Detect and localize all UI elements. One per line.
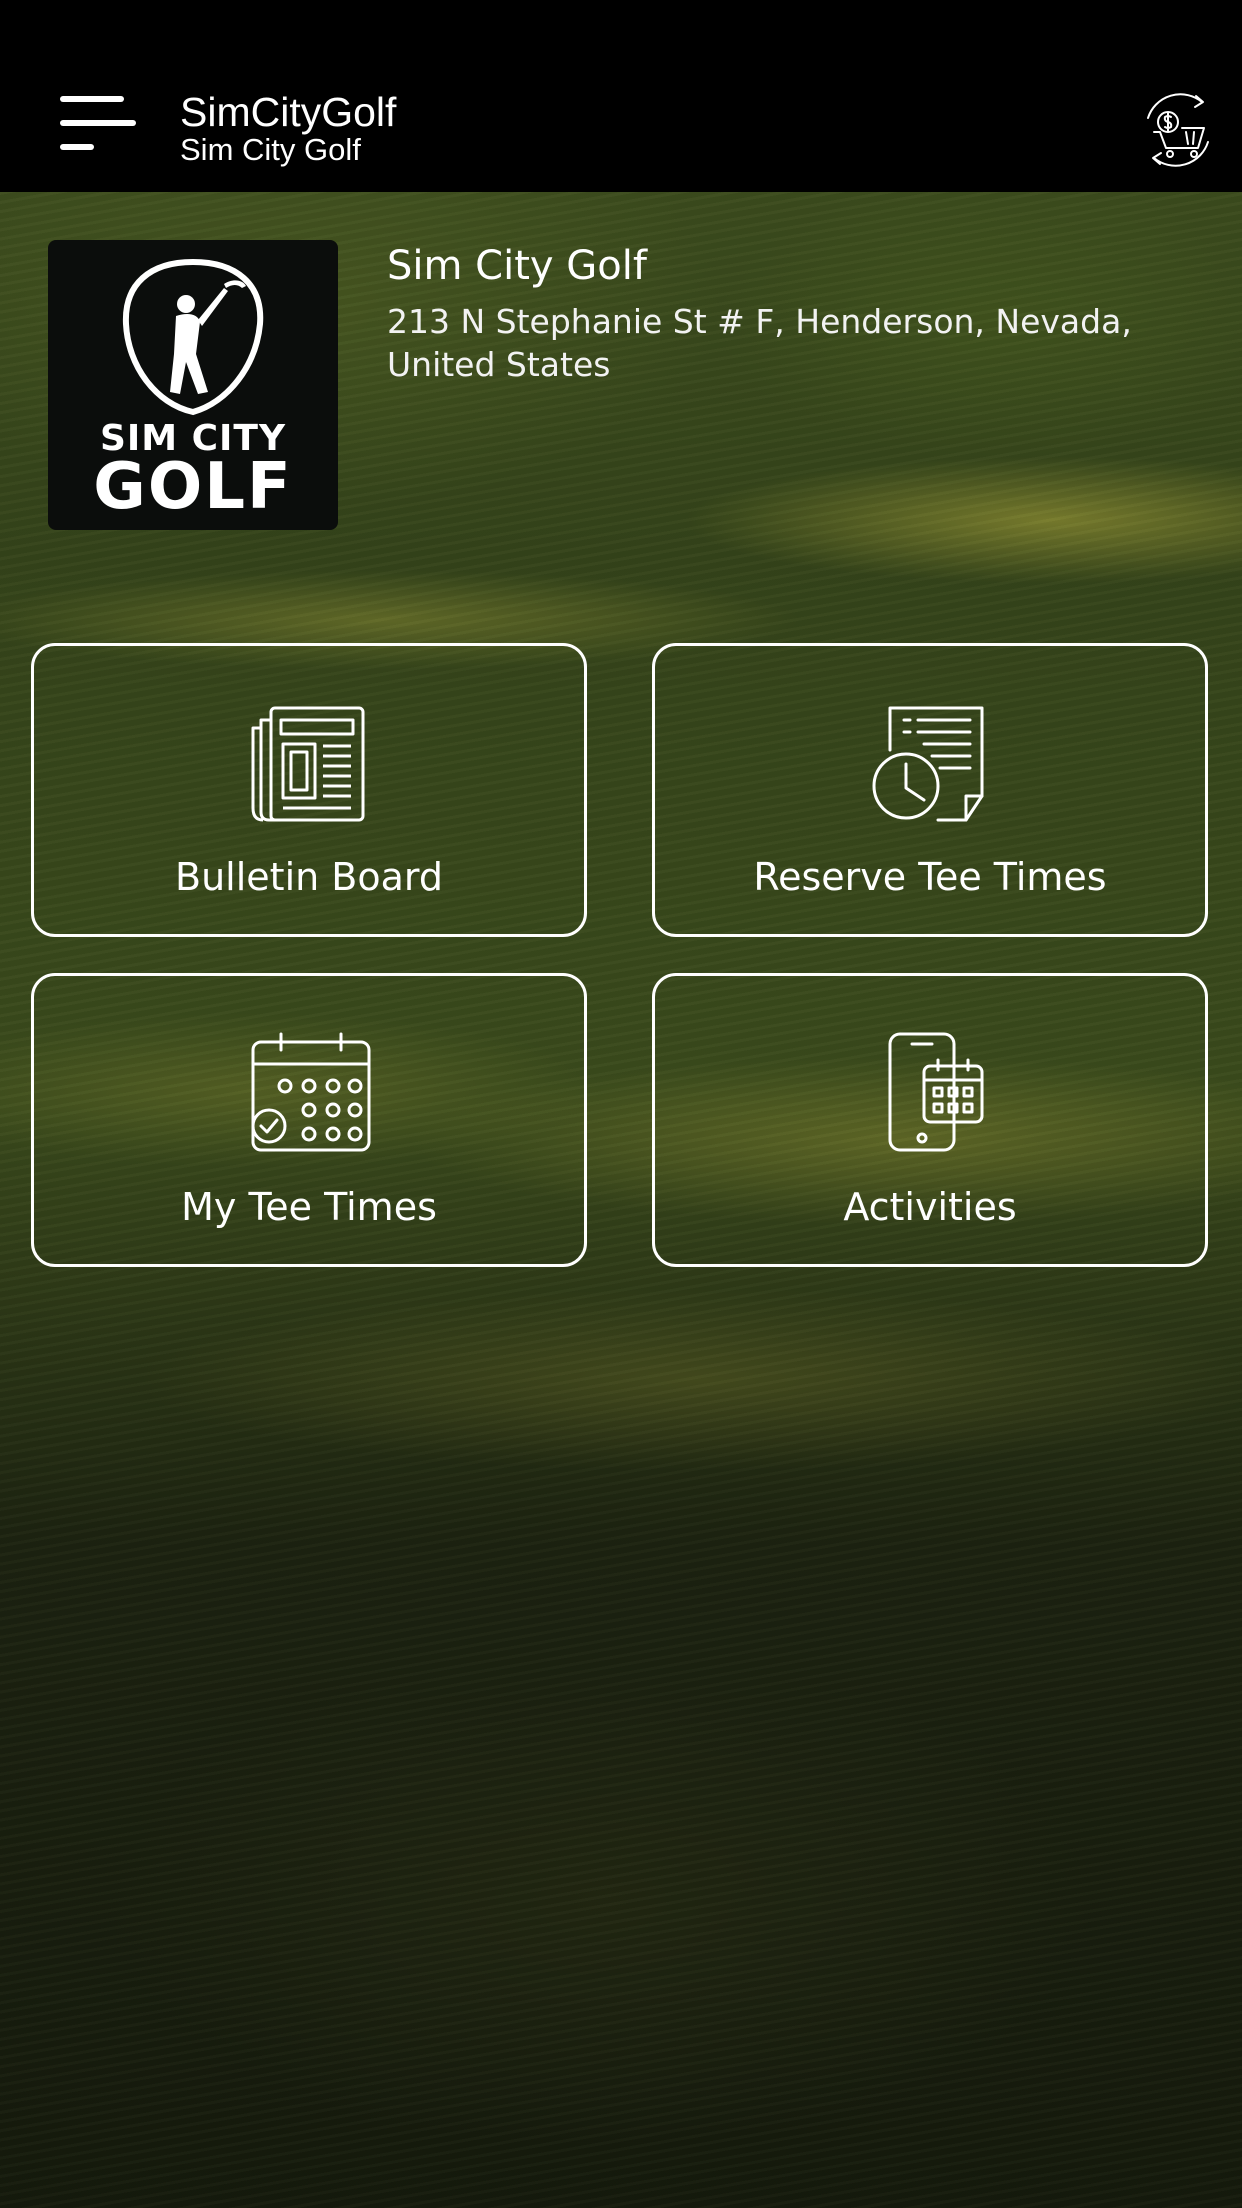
dollar-cart-refresh-icon xyxy=(1147,93,1209,167)
club-logo: SIM CITY GOLF xyxy=(48,240,338,530)
activities-label: Activities xyxy=(843,1185,1017,1229)
reserve-tee-times-tile[interactable]: Reserve Tee Times xyxy=(652,643,1208,937)
app-subtitle: Sim City Golf xyxy=(180,132,361,167)
menu-icon-line xyxy=(60,96,124,102)
menu-button[interactable] xyxy=(52,88,136,158)
calendar-check-icon xyxy=(251,1032,371,1152)
bulletin-board-label: Bulletin Board xyxy=(175,855,443,899)
my-tee-times-label: My Tee Times xyxy=(181,1185,437,1229)
golfer-shield-icon xyxy=(122,258,264,416)
logo-text-bottom: GOLF xyxy=(93,450,293,524)
phone-calendar-icon xyxy=(888,1032,984,1152)
my-tee-times-tile[interactable]: My Tee Times xyxy=(31,973,587,1267)
reserve-tee-times-label: Reserve Tee Times xyxy=(753,855,1107,899)
cart-button[interactable] xyxy=(1136,88,1220,172)
activities-tile[interactable]: Activities xyxy=(652,973,1208,1267)
bulletin-board-tile[interactable]: Bulletin Board xyxy=(31,643,587,937)
club-name: Sim City Golf xyxy=(387,243,647,289)
newspaper-icon xyxy=(251,706,365,822)
app-title: SimCityGolf xyxy=(180,89,397,135)
menu-icon-line xyxy=(60,144,94,150)
club-address: 213 N Stephanie St # F, Henderson, Nevad… xyxy=(387,302,1132,384)
menu-icon-line xyxy=(60,120,136,126)
app-bar: SimCityGolf Sim City Golf xyxy=(0,0,1242,192)
document-clock-icon xyxy=(872,706,984,822)
